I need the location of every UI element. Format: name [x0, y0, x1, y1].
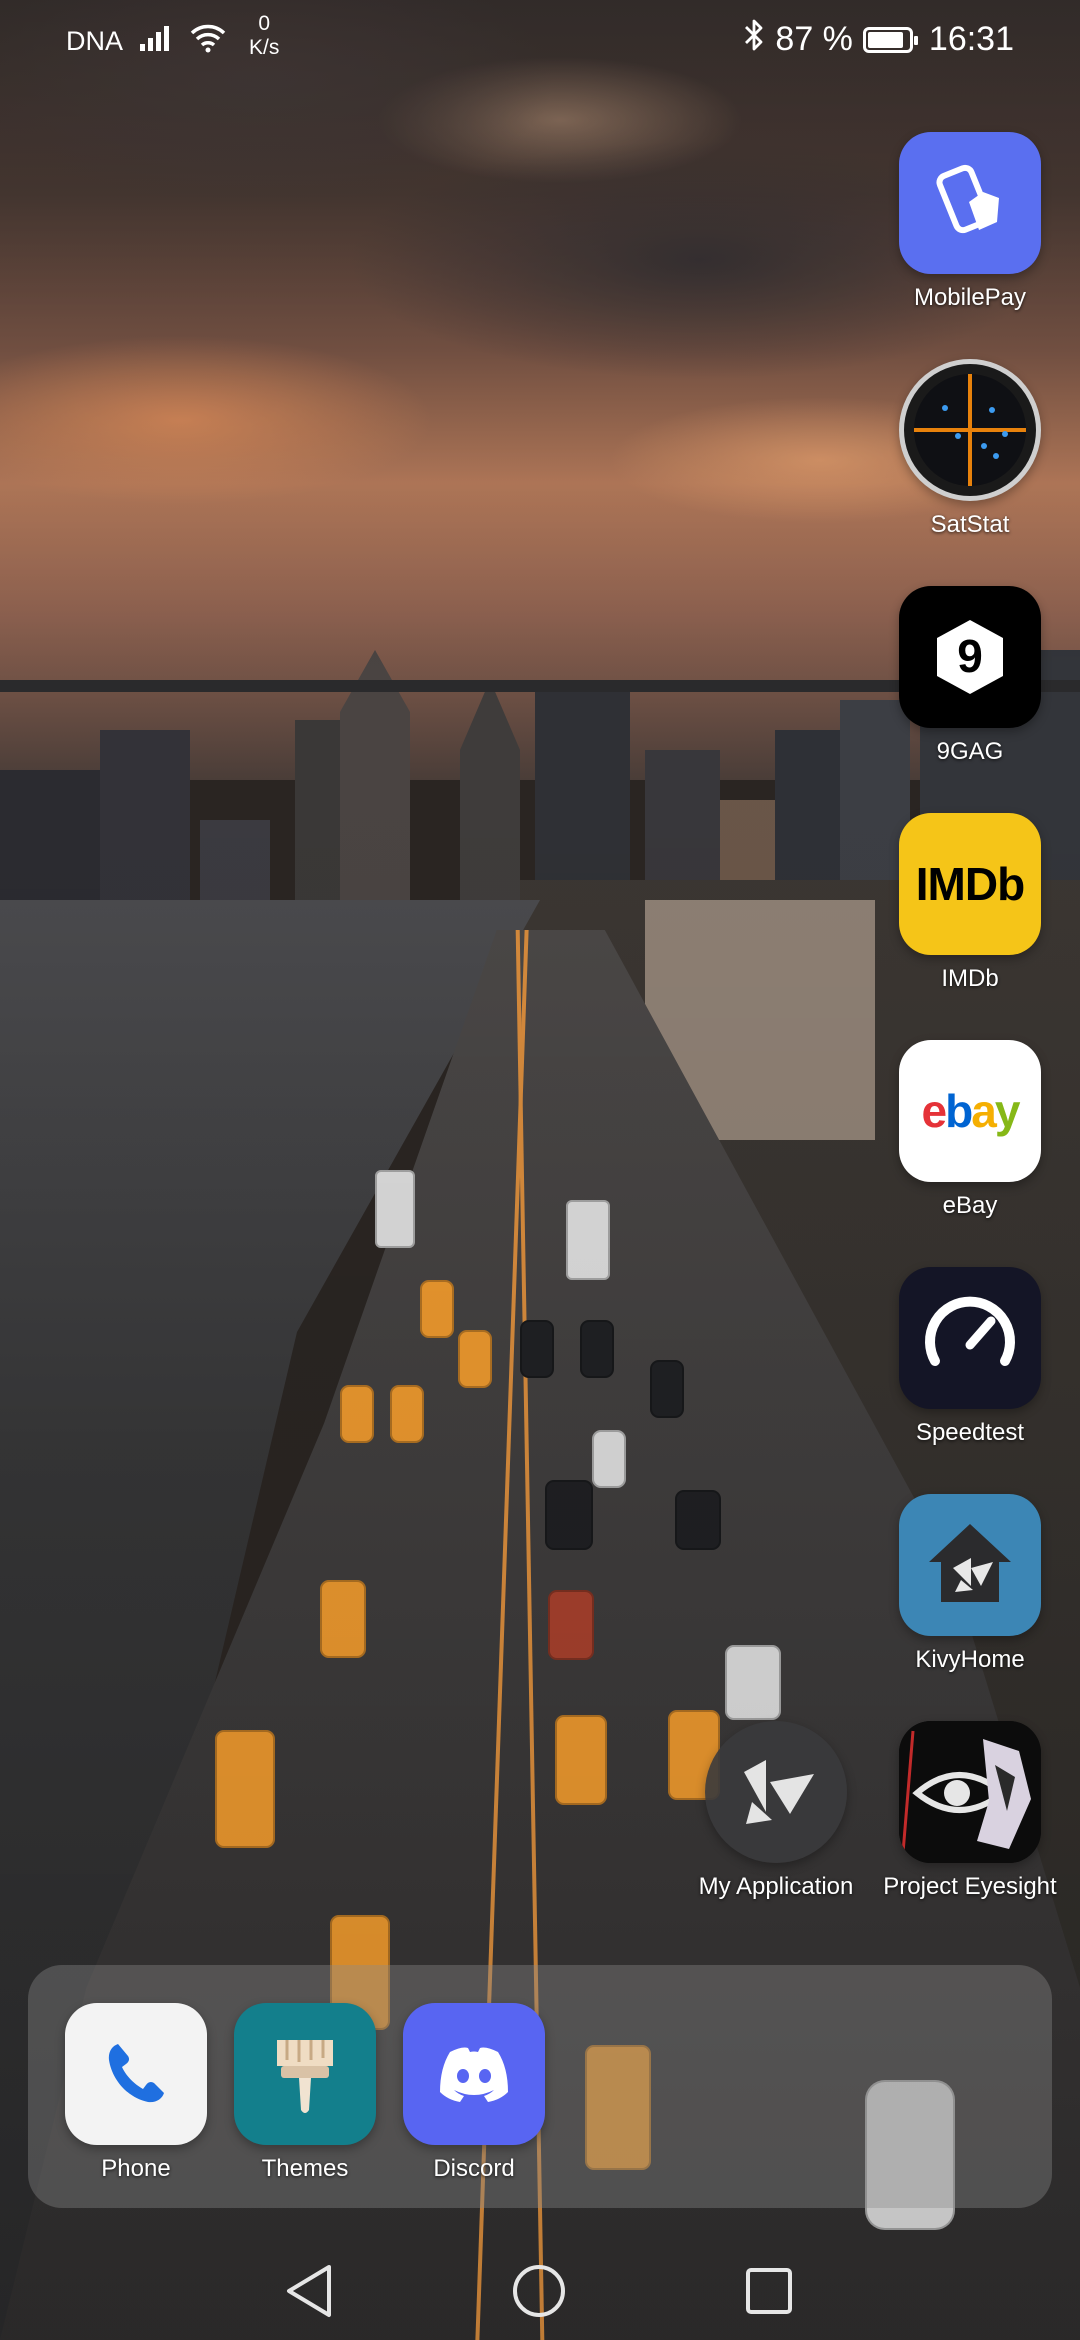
- app-label: SatStat: [930, 511, 1010, 538]
- status-bar: DNA 0 K/s 87 % 16:31: [0, 0, 1080, 80]
- ebay-letter: a: [971, 1085, 997, 1137]
- kivyhome-icon: [899, 1494, 1041, 1636]
- app-ebay[interactable]: ebay eBay: [870, 1040, 1070, 1220]
- mobilepay-icon: [899, 132, 1041, 274]
- home-button[interactable]: [506, 2258, 572, 2324]
- app-label: eBay: [942, 1192, 998, 1219]
- speedtest-icon: [899, 1267, 1041, 1409]
- back-icon: [287, 2265, 331, 2317]
- phone-icon: [65, 2003, 207, 2145]
- app-label: Discord: [433, 2155, 515, 2182]
- app-imdb[interactable]: IMDb IMDb: [870, 813, 1070, 993]
- app-label: IMDb: [941, 965, 999, 992]
- carrier-name: DNA: [66, 25, 124, 56]
- kivy-icon: [705, 1721, 847, 1863]
- 9gag-icon: 9: [899, 586, 1041, 728]
- paintbrush-icon: [234, 2003, 376, 2145]
- app-label: Speedtest: [915, 1419, 1025, 1446]
- imdb-icon: IMDb: [899, 813, 1041, 955]
- navigation-bar: [0, 2240, 1080, 2340]
- app-satstat[interactable]: SatStat: [870, 359, 1070, 539]
- ebay-icon: ebay: [899, 1040, 1041, 1182]
- ebay-letter: b: [945, 1085, 973, 1137]
- ebay-letter: y: [994, 1085, 1021, 1137]
- clock: 16:31: [928, 20, 1014, 58]
- app-9gag[interactable]: 9 9GAG: [870, 586, 1070, 766]
- app-mobilepay[interactable]: MobilePay: [870, 132, 1070, 312]
- app-speedtest[interactable]: Speedtest: [870, 1267, 1070, 1447]
- app-project-eyesight[interactable]: Project Eyesight: [870, 1721, 1070, 1901]
- app-label: Themes: [261, 2155, 349, 2182]
- app-label: KivyHome: [915, 1646, 1025, 1673]
- dock: Phone Themes Discord: [28, 1965, 1052, 2208]
- network-speed-value: 0: [258, 12, 271, 35]
- 9gag-glyph: 9: [957, 630, 983, 682]
- dock-app-discord[interactable]: Discord: [374, 2003, 574, 2183]
- project-eyesight-icon: [899, 1721, 1041, 1863]
- app-label: My Application: [698, 1873, 854, 1900]
- ebay-wordmark: ebay: [921, 1084, 1021, 1138]
- app-label: Project Eyesight: [883, 1873, 1057, 1900]
- ebay-letter: e: [921, 1085, 948, 1137]
- network-speed: 0 K/s: [249, 12, 279, 60]
- battery-percentage: 87 %: [775, 20, 853, 58]
- app-label: 9GAG: [936, 738, 1004, 765]
- discord-icon: [403, 2003, 545, 2145]
- app-my-application[interactable]: My Application: [676, 1721, 876, 1901]
- app-label: MobilePay: [913, 284, 1027, 311]
- battery-icon: [862, 26, 918, 53]
- satstat-icon: [899, 359, 1041, 501]
- back-button[interactable]: [276, 2258, 342, 2324]
- app-label: Phone: [101, 2155, 171, 2182]
- signal-icon: [139, 24, 173, 59]
- app-kivyhome[interactable]: KivyHome: [870, 1494, 1070, 1674]
- network-speed-unit: K/s: [249, 36, 280, 59]
- wifi-icon: [189, 23, 227, 60]
- bluetooth-icon: [743, 18, 765, 61]
- recents-button[interactable]: [736, 2258, 802, 2324]
- home-icon: [513, 2265, 565, 2317]
- imdb-wordmark: IMDb: [915, 858, 1025, 910]
- recents-icon: [746, 2268, 792, 2314]
